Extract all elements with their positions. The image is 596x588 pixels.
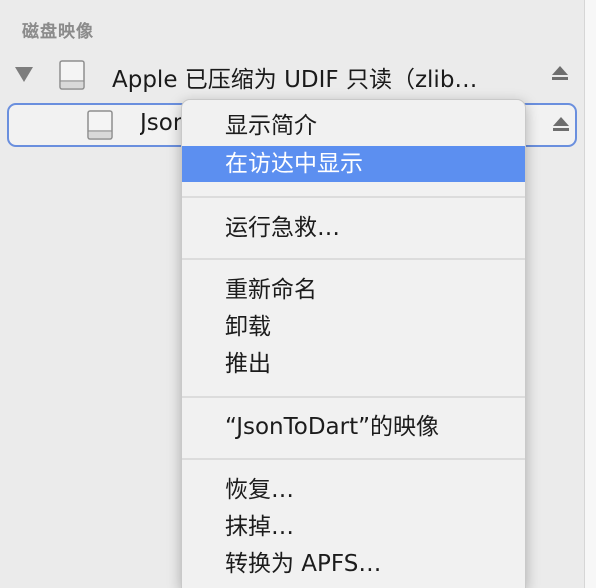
menu-item-unmount[interactable]: 卸载 (182, 309, 525, 345)
menu-separator (182, 258, 525, 260)
menu-separator (182, 396, 525, 398)
eject-icon[interactable] (550, 63, 570, 83)
menu-separator (182, 458, 525, 460)
menu-item-first-aid[interactable]: 运行急救… (182, 210, 525, 246)
menu-item-image-from[interactable]: “JsonToDart”的映像 (182, 409, 525, 445)
context-menu: 显示简介 在访达中显示 运行急救… 重新命名 卸载 推出 “JsonToDart… (181, 99, 526, 588)
menu-item-show-in-finder[interactable]: 在访达中显示 (182, 146, 525, 182)
menu-item-erase[interactable]: 抹掉… (182, 509, 525, 545)
menu-separator (182, 196, 525, 198)
scroll-edge (584, 0, 596, 588)
disk-icon (59, 60, 85, 90)
menu-item-get-info[interactable]: 显示简介 (182, 108, 525, 144)
menu-item-restore[interactable]: 恢复… (182, 472, 525, 508)
menu-item-eject[interactable]: 推出 (182, 346, 525, 382)
menu-item-rename[interactable]: 重新命名 (182, 272, 525, 308)
section-header-disk-images: 磁盘映像 (22, 22, 94, 42)
disk-icon (87, 110, 113, 140)
eject-icon[interactable] (551, 114, 571, 134)
disclosure-triangle-down-icon[interactable] (15, 67, 33, 82)
sidebar-item-label: Apple 已压缩为 UDIF 只读（zlib… (112, 67, 478, 93)
sidebar-item-parent-disk[interactable]: Apple 已压缩为 UDIF 只读（zlib… (0, 53, 584, 97)
menu-item-convert-apfs[interactable]: 转换为 APFS… (182, 546, 525, 582)
